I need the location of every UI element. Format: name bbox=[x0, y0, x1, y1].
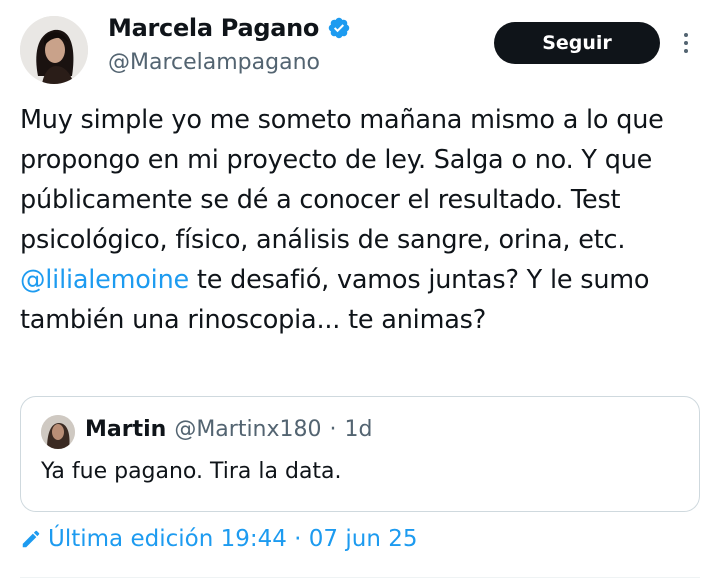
quote-separator: · bbox=[329, 417, 337, 442]
quote-author-avatar[interactable] bbox=[41, 415, 75, 449]
quote-timestamp[interactable]: 1d bbox=[345, 417, 373, 442]
more-options-icon[interactable] bbox=[676, 28, 696, 58]
tweet-text: Muy simple yo me someto mañana mismo a l… bbox=[20, 100, 710, 340]
author-name[interactable]: Marcela Pagano bbox=[108, 14, 319, 42]
follow-button[interactable]: Seguir bbox=[494, 22, 660, 64]
quote-text: Ya fue pagano. Tira la data. bbox=[41, 459, 342, 484]
author-avatar[interactable] bbox=[20, 16, 88, 84]
mention-link[interactable]: @lilialemoine bbox=[20, 265, 189, 295]
avatar-photo bbox=[20, 16, 88, 84]
author-name-row: Marcela Pagano bbox=[108, 14, 351, 42]
quote-header: Martin @Martinx180 · 1d bbox=[85, 417, 372, 442]
quote-author-handle[interactable]: @Martinx180 bbox=[174, 417, 321, 442]
bottom-divider bbox=[20, 577, 700, 578]
tweet-text-part1: Muy simple yo me someto mañana mismo a l… bbox=[20, 105, 664, 255]
quote-avatar-photo bbox=[41, 415, 75, 449]
author-handle[interactable]: @Marcelampagano bbox=[108, 50, 320, 75]
quote-author-name[interactable]: Martin bbox=[85, 417, 166, 442]
pencil-edit-icon bbox=[22, 530, 40, 548]
verified-badge-icon bbox=[328, 17, 350, 39]
quoted-tweet[interactable]: Martin @Martinx180 · 1d Ya fue pagano. T… bbox=[20, 396, 700, 512]
edit-history-text: Última edición 19:44 · 07 jun 25 bbox=[48, 526, 418, 552]
edit-history-link[interactable]: Última edición 19:44 · 07 jun 25 bbox=[20, 526, 418, 552]
